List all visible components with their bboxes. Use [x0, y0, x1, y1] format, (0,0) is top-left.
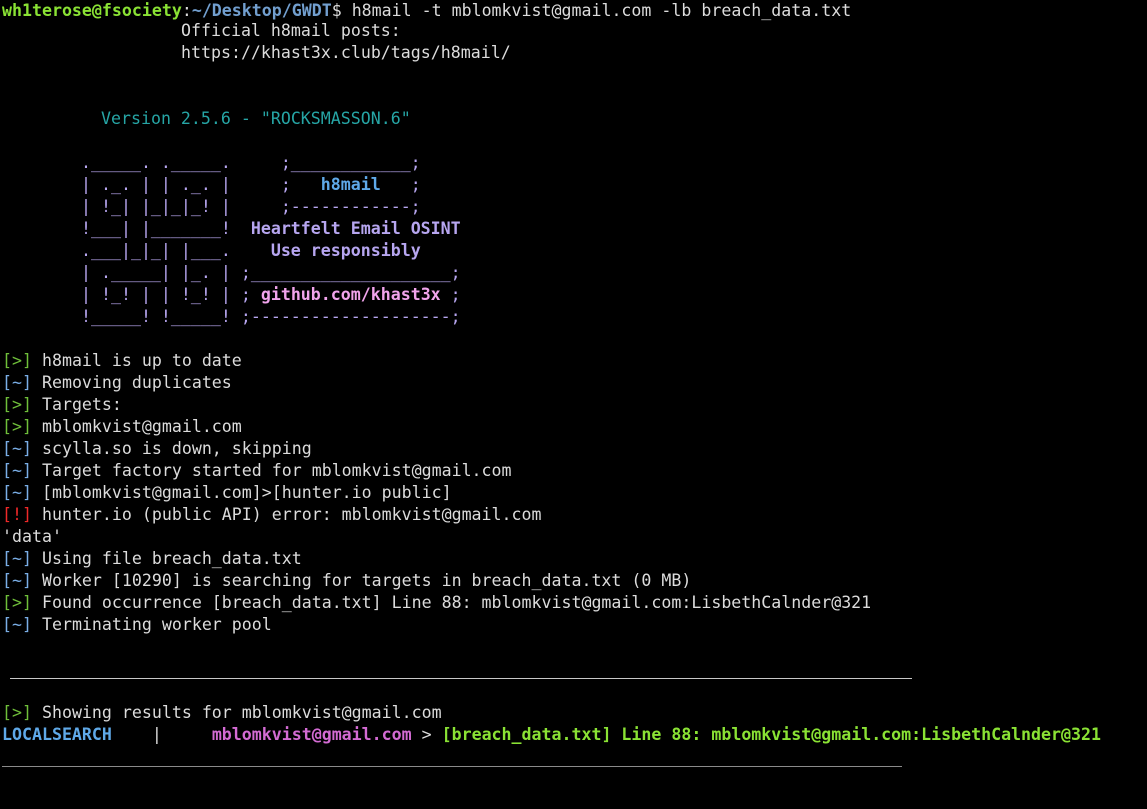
- logo-tagline: Heartfelt Email OSINT: [250, 219, 461, 238]
- log-marker: [>]: [2, 395, 32, 414]
- results-heading-line: [>] Showing results for mblomkvist@gmail…: [2, 702, 442, 724]
- log-marker: [~]: [2, 615, 32, 634]
- results-source: LOCALSEARCH: [2, 725, 112, 744]
- log-marker: [>]: [2, 703, 32, 722]
- posts-label: Official h8mail posts:: [181, 21, 401, 40]
- results-arrow: >: [411, 725, 442, 744]
- version-line: Version 2.5.6 - "ROCKSMASSON.6": [101, 109, 411, 128]
- logo-row: !___| |_______! Heartfelt Email OSINT: [81, 219, 461, 238]
- log-marker: [~]: [2, 571, 32, 590]
- prompt-separator: :: [181, 1, 192, 20]
- log-marker: [~]: [2, 439, 32, 458]
- posts-url: https://khast3x.club/tags/h8mail/: [181, 43, 511, 62]
- log-line: [~] Removing duplicates: [2, 373, 232, 392]
- results-separator-top: [10, 678, 912, 679]
- log-line: [>] Found occurrence [breach_data.txt] L…: [2, 593, 872, 612]
- prompt-user-host: wh1terose@fsociety: [2, 1, 182, 20]
- log-line: [~] [mblomkvist@gmail.com]>[hunter.io pu…: [2, 483, 452, 502]
- log-line: [!] hunter.io (public API) error: mblomk…: [2, 505, 542, 524]
- logo-github-link: github.com/khast3x: [260, 285, 441, 304]
- prompt-line: wh1terose@fsociety:~/Desktop/GWDT$ h8mai…: [2, 0, 851, 22]
- log-line: [~] Worker [10290] is searching for targ…: [2, 571, 692, 590]
- logo-row: | !_| |_|_|_! | ;------------;: [81, 197, 421, 216]
- logo-row: | ._. | | ._. | ; h8mail ;: [81, 175, 421, 194]
- log-marker: [~]: [2, 461, 32, 480]
- results-pipe: |: [111, 725, 212, 744]
- log-marker: [~]: [2, 373, 32, 392]
- log-line: [~] Target factory started for mblomkvis…: [2, 461, 512, 480]
- results-row: LOCALSEARCH | mblomkvist@gmail.com > [br…: [2, 724, 1101, 746]
- log-line: [>] mblomkvist@gmail.com: [2, 417, 242, 436]
- log-line: [>] h8mail is up to date: [2, 351, 242, 370]
- log-marker: [>]: [2, 417, 32, 436]
- logo-row: | ._____| |_. | ;____________________;: [81, 263, 461, 282]
- logo-row: ._____. ._____. ;____________;: [81, 153, 421, 172]
- log-line: [~] scylla.so is down, skipping: [2, 439, 312, 458]
- logo-row: | !_! | | !_! | ; github.com/khast3x ;: [81, 285, 461, 304]
- log-line: [~] Using file breach_data.txt: [2, 549, 302, 568]
- logo-row: !_____! !_____! ;--------------------;: [81, 307, 461, 326]
- log-marker: [!]: [2, 505, 32, 524]
- log-line: [>] Targets:: [2, 395, 122, 414]
- results-finding: [breach_data.txt] Line 88: mblomkvist@gm…: [441, 725, 1101, 744]
- log-marker: [~]: [2, 549, 32, 568]
- prompt-command: h8mail -t mblomkvist@gmail.com -lb breac…: [341, 1, 852, 20]
- log-line: 'data': [2, 527, 62, 546]
- log-marker: [~]: [2, 483, 32, 502]
- prompt-symbol: $: [331, 1, 342, 20]
- results-heading: Showing results for mblomkvist@gmail.com: [31, 703, 442, 722]
- results-separator-bottom: [2, 766, 902, 767]
- log-marker: [>]: [2, 351, 32, 370]
- logo-title: h8mail: [320, 175, 381, 194]
- log-line: [~] Terminating worker pool: [2, 615, 272, 634]
- prompt-path: ~/Desktop/GWDT: [191, 1, 332, 20]
- logo-warning: Use responsibly: [270, 241, 421, 260]
- results-target: mblomkvist@gmail.com: [211, 725, 412, 744]
- logo-row: .___|_|_| |___. Use responsibly: [81, 241, 421, 260]
- log-marker: [>]: [2, 593, 32, 612]
